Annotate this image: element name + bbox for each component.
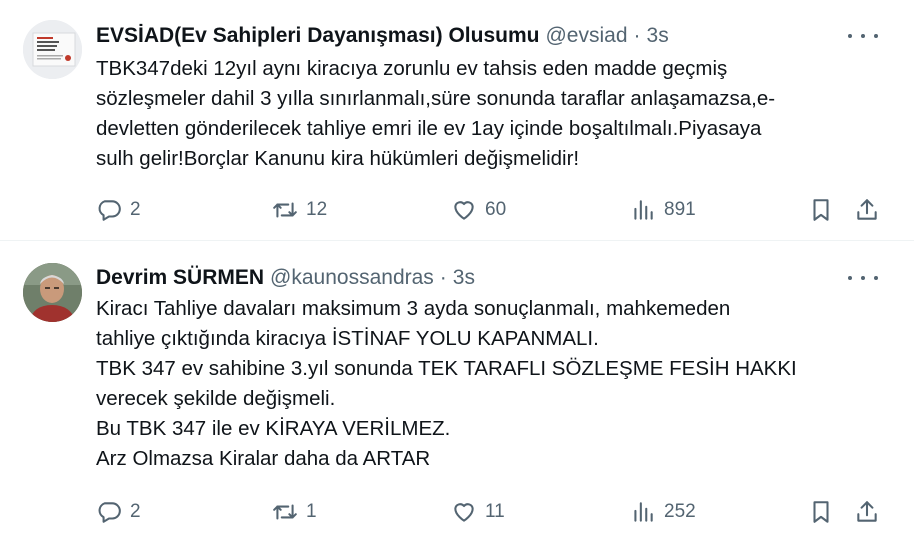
avatar[interactable] [23, 20, 82, 79]
retweet-count: 12 [306, 199, 328, 220]
tweet-actions: 2 12 60 891 [0, 192, 914, 228]
avatar[interactable] [23, 263, 82, 322]
tweet[interactable]: EVSİAD(Ev Sahipleri Dayanışması) Olusumu… [0, 0, 914, 240]
views-count: 252 [664, 501, 696, 522]
share-icon [857, 501, 877, 522]
heart-icon [454, 201, 474, 220]
bookmark-button[interactable] [808, 494, 834, 530]
reply-icon [98, 502, 121, 523]
retweet-button[interactable]: 1 [272, 494, 317, 530]
like-button[interactable]: 11 [451, 494, 505, 530]
more-options-icon[interactable] [848, 270, 878, 286]
separator-dot: · [633, 24, 641, 47]
retweet-icon [273, 504, 297, 520]
views-count: 891 [664, 199, 696, 220]
retweet-icon [273, 202, 297, 218]
timestamp[interactable]: 3s [453, 266, 475, 290]
tweet-header: EVSİAD(Ev Sahipleri Dayanışması) Olusumu… [96, 22, 669, 50]
reply-icon [98, 200, 121, 221]
bookmark-icon [813, 501, 829, 523]
like-button[interactable]: 60 [451, 192, 506, 228]
avatar-image [23, 263, 82, 322]
more-options-icon[interactable] [848, 28, 878, 44]
reply-count: 2 [130, 199, 141, 220]
views-icon [634, 502, 653, 522]
bookmark-icon [813, 199, 829, 221]
tweet[interactable]: Devrim SÜRMEN @kaunossandras · 3s Kiracı… [0, 242, 914, 550]
views-button[interactable]: 252 [630, 494, 696, 530]
timestamp[interactable]: 3s [647, 24, 669, 48]
author-name[interactable]: EVSİAD(Ev Sahipleri Dayanışması) Olusumu [96, 24, 539, 48]
tweet-text: Kiracı Tahliye davaları maksimum 3 ayda … [96, 297, 797, 470]
tweet-actions: 2 1 11 252 [0, 494, 914, 530]
views-icon [634, 200, 653, 220]
author-handle[interactable]: @evsiad [545, 24, 627, 48]
like-count: 11 [485, 501, 505, 522]
heart-icon [454, 503, 474, 522]
tweet-text: TBK347deki 12yıl aynı kiracıya zorunlu e… [96, 57, 776, 170]
share-button[interactable] [854, 192, 880, 228]
avatar-image [23, 20, 82, 79]
tweet-divider [0, 240, 914, 241]
separator-dot: · [439, 266, 447, 289]
tweet-header: Devrim SÜRMEN @kaunossandras · 3s [96, 264, 475, 292]
author-name[interactable]: Devrim SÜRMEN [96, 266, 264, 290]
retweet-button[interactable]: 12 [272, 192, 327, 228]
author-handle[interactable]: @kaunossandras [270, 266, 434, 290]
share-icon [857, 199, 877, 220]
views-button[interactable]: 891 [630, 192, 696, 228]
share-button[interactable] [854, 494, 880, 530]
reply-button[interactable]: 2 [96, 192, 141, 228]
retweet-count: 1 [306, 501, 317, 522]
bookmark-button[interactable] [808, 192, 834, 228]
like-count: 60 [485, 199, 507, 220]
reply-count: 2 [130, 501, 141, 522]
reply-button[interactable]: 2 [96, 494, 141, 530]
